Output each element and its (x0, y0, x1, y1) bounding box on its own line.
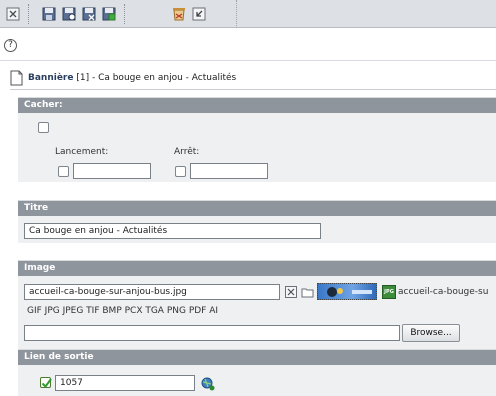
document-icon (10, 70, 23, 89)
save-new-icon[interactable] (100, 5, 118, 23)
delete-icon[interactable] (170, 5, 188, 23)
launch-checkbox[interactable] (58, 166, 69, 177)
section-header-image: Image (18, 261, 496, 276)
jpg-file-icon: JPG (382, 285, 396, 299)
toolbar-separator (124, 4, 125, 24)
section-header-hide: Cacher: (18, 98, 496, 113)
link-browser-icon[interactable] (201, 377, 215, 391)
allowed-types: GIF JPG JPEG TIF BMP PCX TGA PNG PDF AI (27, 306, 219, 316)
image-file-label[interactable]: accueil-ca-bouge-su (398, 287, 488, 297)
launch-date-input[interactable] (73, 163, 151, 179)
section-header-link: Lien de sortie (18, 350, 496, 365)
launch-label: Lancement: (55, 147, 109, 157)
folder-icon[interactable] (301, 286, 314, 298)
save-view-icon[interactable] (60, 5, 78, 23)
toolbar-separator (28, 4, 29, 24)
section-hide: Cacher: Lancement: Arrêt: (18, 97, 496, 182)
link-input[interactable]: 1057 (55, 375, 195, 391)
link-checkbox[interactable] (40, 377, 52, 389)
toolbar-spacer (236, 0, 496, 28)
section-link: Lien de sortie 1057 (18, 349, 496, 396)
close-icon[interactable] (4, 5, 22, 23)
record-header: Bannière [1] - Ca bouge en anjou - Actua… (10, 67, 490, 89)
section-image: Image accueil-ca-bouge-sur-anjou-bus.jpg… (18, 260, 496, 350)
browse-button[interactable]: Browse... (402, 324, 460, 342)
stop-date-input[interactable] (190, 163, 268, 179)
title-input[interactable]: Ca bouge en anjou - Actualités (24, 223, 321, 239)
help-icon[interactable]: ? (4, 39, 17, 52)
save-icon[interactable] (40, 5, 58, 23)
hide-checkbox[interactable] (38, 122, 49, 133)
stop-label: Arrêt: (174, 147, 200, 157)
undo-icon[interactable] (190, 5, 208, 23)
record-details: [1] - Ca bouge en anjou - Actualités (73, 73, 237, 83)
record-title: Bannière [1] - Ca bouge en anjou - Actua… (28, 73, 236, 83)
toolbar (0, 0, 496, 28)
section-title: Titre Ca bouge en anjou - Actualités (18, 200, 496, 243)
save-close-icon[interactable] (80, 5, 98, 23)
record-form: Bannière [1] - Ca bouge en anjou - Actua… (0, 62, 496, 396)
image-upload-input[interactable] (24, 325, 400, 341)
help-bar: ? (0, 29, 496, 61)
remove-file-icon[interactable] (285, 286, 297, 298)
divider (10, 89, 496, 90)
image-filename-field[interactable]: accueil-ca-bouge-sur-anjou-bus.jpg (24, 284, 280, 300)
image-thumbnail[interactable] (317, 283, 377, 300)
table-name: Bannière (28, 73, 74, 83)
stop-checkbox[interactable] (175, 166, 186, 177)
section-header-title: Titre (18, 201, 496, 216)
